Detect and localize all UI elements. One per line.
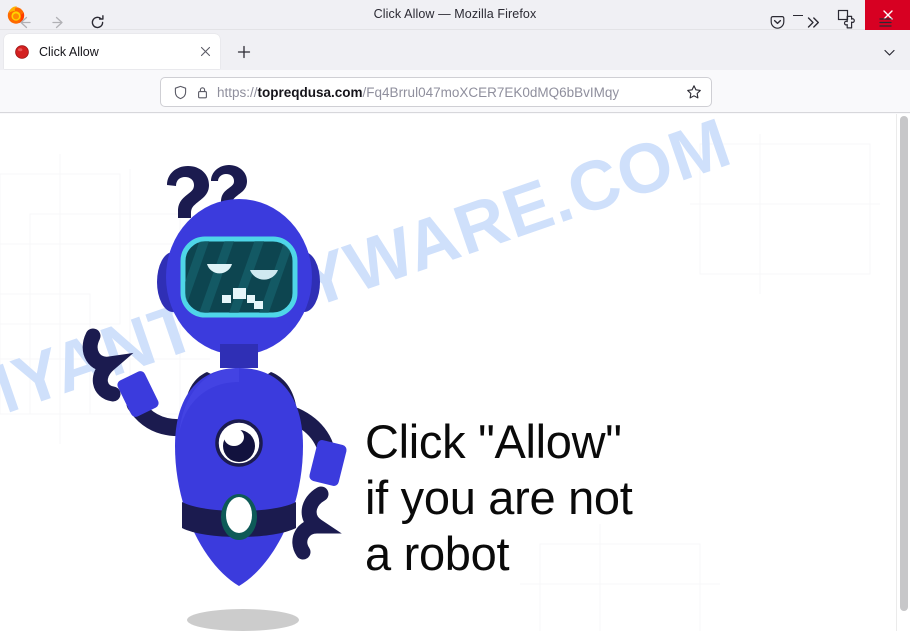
- tab-favicon-icon: [14, 44, 30, 60]
- firefox-window: Click Allow — Mozilla Firefox Click Allo…: [0, 0, 910, 631]
- new-tab-button[interactable]: [232, 41, 256, 63]
- headline-line-3: a robot: [365, 527, 510, 580]
- confused-robot-illustration: [82, 165, 347, 631]
- tab-close-icon[interactable]: [196, 43, 214, 61]
- reload-button[interactable]: [83, 8, 111, 36]
- headline-line-1: Click "Allow": [365, 415, 622, 468]
- forward-button[interactable]: [44, 8, 72, 36]
- lock-icon[interactable]: [191, 82, 213, 102]
- back-button[interactable]: [10, 8, 38, 36]
- url-bar[interactable]: https://topreqdusa.com/Fq4Brrul047moXCER…: [160, 77, 712, 107]
- chevron-down-icon[interactable]: [878, 42, 900, 62]
- tab-title: Click Allow: [39, 44, 99, 59]
- scrollbar-thumb[interactable]: [900, 116, 908, 611]
- overflow-chevrons-icon[interactable]: [799, 8, 827, 36]
- extensions-icon[interactable]: [835, 8, 863, 36]
- page-headline: Click "Allow" if you are not a robot: [365, 414, 633, 582]
- tab-click-allow[interactable]: Click Allow: [4, 34, 220, 69]
- hamburger-menu-icon[interactable]: [871, 8, 899, 36]
- url-domain: topreqdusa.com: [257, 84, 363, 100]
- page-content: MYANTISPYWARE.COM Click "Allow" if you a…: [0, 114, 910, 631]
- url-text[interactable]: https://topreqdusa.com/Fq4Brrul047moXCER…: [217, 85, 683, 100]
- vertical-scrollbar[interactable]: [896, 114, 910, 631]
- pocket-icon[interactable]: [763, 8, 791, 36]
- headline-line-2: if you are not: [365, 471, 633, 524]
- bookmark-star-icon[interactable]: [683, 82, 705, 102]
- tab-strip: Click Allow: [0, 30, 910, 70]
- shield-icon[interactable]: [169, 82, 191, 102]
- url-scheme: https://: [217, 84, 258, 100]
- url-path: /Fq4Brrul047moXCER7EK0dMQ6bBvIMqy: [362, 84, 620, 100]
